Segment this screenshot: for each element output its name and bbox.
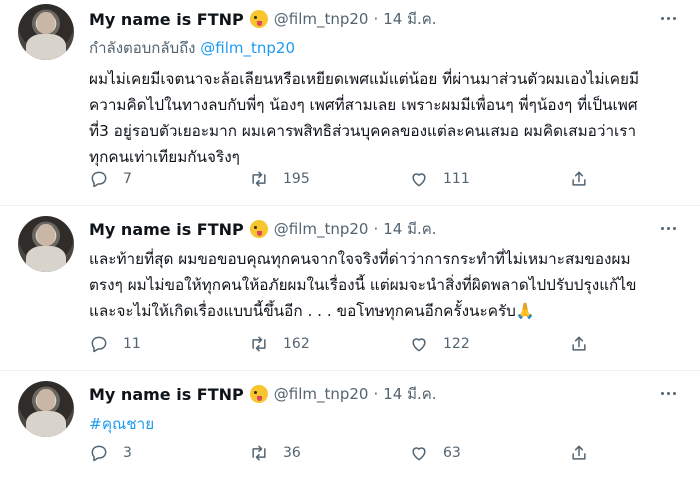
like-button[interactable]: 63 bbox=[409, 443, 569, 463]
avatar[interactable] bbox=[18, 381, 74, 437]
tweet-date[interactable]: 14 มี.ค. bbox=[383, 382, 436, 406]
retweet-icon bbox=[252, 171, 266, 187]
separator-dot: · bbox=[373, 220, 379, 238]
avatar[interactable] bbox=[18, 4, 74, 60]
reply-icon bbox=[91, 445, 107, 462]
retweet-button[interactable]: 195 bbox=[249, 169, 409, 189]
like-button[interactable]: 122 bbox=[409, 334, 569, 354]
tweet-actions: 11 162 122 bbox=[89, 333, 609, 355]
heart-icon bbox=[412, 173, 426, 187]
winking-tongue-emoji-icon bbox=[249, 10, 268, 28]
username[interactable]: @film_tnp20 bbox=[274, 10, 369, 28]
tweet-date[interactable]: 14 มี.ค. bbox=[383, 7, 436, 31]
reply-icon bbox=[91, 171, 107, 188]
retweet-icon bbox=[252, 445, 266, 461]
winking-tongue-emoji-icon bbox=[249, 385, 268, 403]
like-count: 111 bbox=[443, 171, 470, 187]
retweet-count: 162 bbox=[283, 336, 310, 352]
tweet-text: และท้ายที่สุด ผมขอขอบคุณทุกคนจากใจจริงที… bbox=[89, 250, 637, 320]
replying-to-label: กำลังตอบกลับถึง bbox=[89, 39, 196, 57]
display-name[interactable]: My name is FTNP bbox=[89, 10, 244, 29]
separator-dot: · bbox=[373, 10, 379, 28]
reply-button[interactable]: 11 bbox=[89, 334, 249, 354]
reply-count: 11 bbox=[123, 336, 141, 352]
tweet-header: My name is FTNP @film_tnp20 · 14 มี.ค. bbox=[89, 218, 686, 240]
reply-button[interactable]: 3 bbox=[89, 443, 249, 463]
separator-dot: · bbox=[373, 385, 379, 403]
retweet-icon bbox=[252, 336, 266, 352]
more-horizontal-icon[interactable] bbox=[656, 218, 680, 238]
tweet-1[interactable]: My name is FTNP @film_tnp20 · 14 มี.ค. ก… bbox=[0, 0, 700, 206]
avatar[interactable] bbox=[18, 216, 74, 272]
retweet-count: 36 bbox=[283, 445, 301, 461]
display-name[interactable]: My name is FTNP bbox=[89, 220, 244, 239]
replying-to-handle[interactable]: @film_tnp20 bbox=[200, 39, 295, 57]
share-icon bbox=[572, 336, 586, 351]
username[interactable]: @film_tnp20 bbox=[274, 220, 369, 238]
retweet-button[interactable]: 36 bbox=[249, 443, 409, 463]
tweet-text: ผมไม่เคยมีเจตนาจะล้อเลียนหรือเหยียดเพศแม… bbox=[89, 70, 640, 166]
share-button[interactable] bbox=[569, 443, 603, 463]
winking-tongue-emoji-icon bbox=[249, 220, 268, 238]
tweet-2[interactable]: My name is FTNP @film_tnp20 · 14 มี.ค. แ… bbox=[0, 206, 700, 371]
tweet-actions: 3 36 63 bbox=[89, 442, 609, 464]
share-button[interactable] bbox=[569, 334, 603, 354]
reply-button[interactable]: 7 bbox=[89, 169, 249, 189]
username[interactable]: @film_tnp20 bbox=[274, 385, 369, 403]
heart-icon bbox=[412, 338, 426, 352]
tweet-header: My name is FTNP @film_tnp20 · 14 มี.ค. bbox=[89, 8, 686, 30]
more-horizontal-icon[interactable] bbox=[656, 8, 680, 28]
share-icon bbox=[572, 171, 586, 186]
heart-icon bbox=[412, 447, 426, 461]
hashtag-link[interactable]: #คุณชาย bbox=[89, 411, 649, 437]
tweet-date[interactable]: 14 มี.ค. bbox=[383, 217, 436, 241]
replying-to: กำลังตอบกลับถึง @film_tnp20 bbox=[89, 36, 686, 60]
reply-icon bbox=[91, 336, 107, 353]
tweet-actions: 7 195 111 bbox=[89, 168, 609, 190]
retweet-button[interactable]: 162 bbox=[249, 334, 409, 354]
retweet-count: 195 bbox=[283, 171, 310, 187]
share-button[interactable] bbox=[569, 169, 603, 189]
share-icon bbox=[572, 445, 586, 460]
like-button[interactable]: 111 bbox=[409, 169, 569, 189]
tweet-header: My name is FTNP @film_tnp20 · 14 มี.ค. bbox=[89, 383, 686, 405]
reply-count: 7 bbox=[123, 171, 132, 187]
tweet-3[interactable]: My name is FTNP @film_tnp20 · 14 มี.ค. #… bbox=[0, 371, 700, 477]
display-name[interactable]: My name is FTNP bbox=[89, 385, 244, 404]
like-count: 122 bbox=[443, 336, 470, 352]
reply-count: 3 bbox=[123, 445, 132, 461]
more-horizontal-icon[interactable] bbox=[656, 383, 680, 403]
like-count: 63 bbox=[443, 445, 461, 461]
